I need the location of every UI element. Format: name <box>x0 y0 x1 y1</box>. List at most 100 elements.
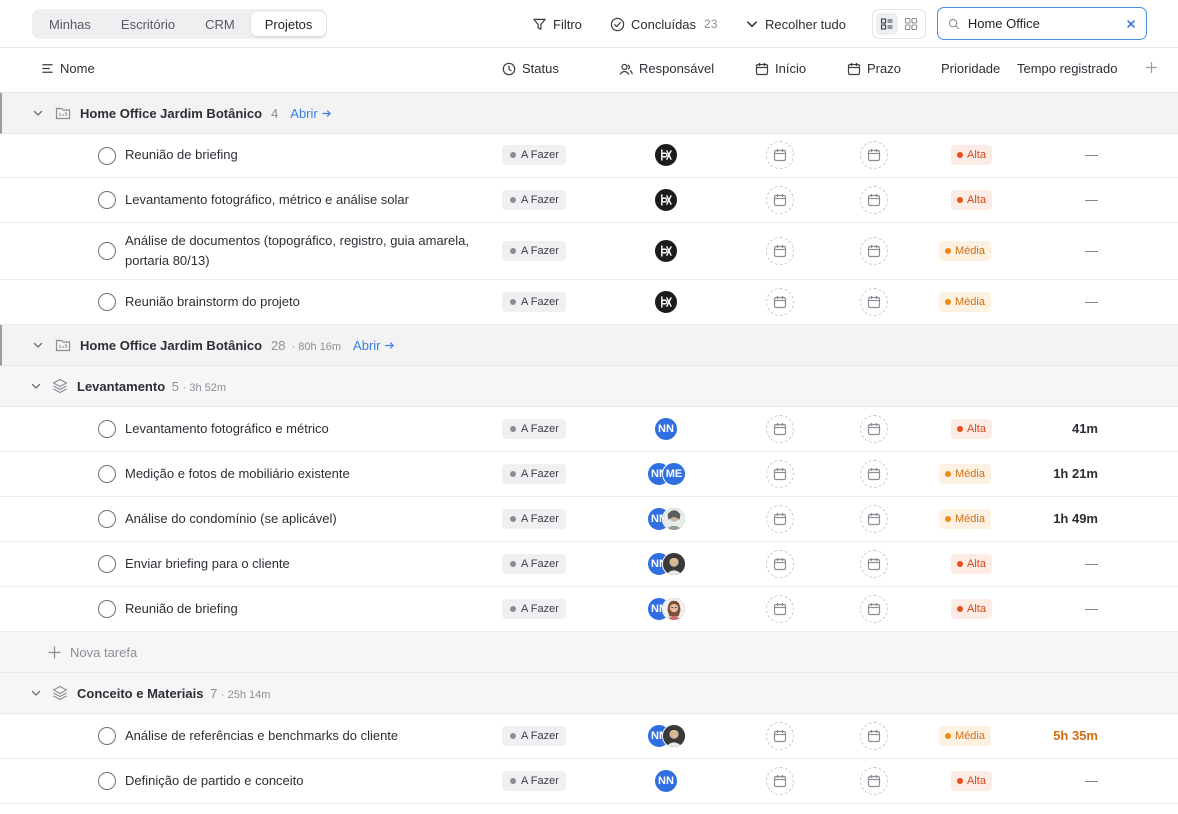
start-date-button[interactable] <box>766 237 794 265</box>
column-due[interactable]: Prazo <box>847 61 901 76</box>
start-date-button[interactable] <box>766 550 794 578</box>
task-name[interactable]: Enviar briefing para o cliente <box>125 554 470 574</box>
section-header[interactable]: Levantamento 5 · 3h 52m <box>0 366 1178 407</box>
task-name[interactable]: Reunião de briefing <box>125 599 470 619</box>
status-badge[interactable]: A Fazer <box>502 292 566 312</box>
add-column-button[interactable] <box>1145 61 1158 74</box>
task-checkbox[interactable] <box>98 420 116 438</box>
status-badge[interactable]: A Fazer <box>502 464 566 484</box>
status-badge[interactable]: A Fazer <box>502 599 566 619</box>
task-checkbox[interactable] <box>98 600 116 618</box>
table-row[interactable]: Reunião brainstorm do projeto A Fazer Mé… <box>0 280 1178 325</box>
collapse-all-button[interactable]: Recolher tudo <box>745 14 846 34</box>
assignee-cell[interactable]: NN <box>647 723 707 749</box>
task-checkbox[interactable] <box>98 242 116 260</box>
start-date-button[interactable] <box>766 505 794 533</box>
assignee-cell[interactable]: NN <box>647 596 707 622</box>
assignee-cell[interactable]: NN <box>647 506 707 532</box>
table-row[interactable]: Reunião de briefing A Fazer Alta — <box>0 134 1178 178</box>
assignee-cell[interactable] <box>647 142 707 168</box>
priority-badge[interactable]: Média <box>939 464 991 484</box>
task-checkbox[interactable] <box>98 147 116 165</box>
task-checkbox[interactable] <box>98 191 116 209</box>
table-row[interactable]: Levantamento fotográfico e métrico A Faz… <box>0 407 1178 452</box>
assignee-cell[interactable]: NN ME <box>647 461 707 487</box>
column-assignee[interactable]: Responsável <box>619 61 714 76</box>
task-checkbox[interactable] <box>98 555 116 573</box>
column-time[interactable]: Tempo registrado <box>1017 61 1117 76</box>
start-date-button[interactable] <box>766 460 794 488</box>
due-date-button[interactable] <box>860 237 888 265</box>
table-row[interactable]: Definição de partido e conceito A Fazer … <box>0 759 1178 804</box>
assignee-cell[interactable]: NN <box>647 551 707 577</box>
task-checkbox[interactable] <box>98 772 116 790</box>
status-badge[interactable]: A Fazer <box>502 509 566 529</box>
table-row[interactable]: Enviar briefing para o cliente A Fazer N… <box>0 542 1178 587</box>
table-row[interactable]: Análise de referências e benchmarks do c… <box>0 714 1178 759</box>
due-date-button[interactable] <box>860 505 888 533</box>
assignee-cell[interactable]: NN <box>647 768 707 794</box>
priority-badge[interactable]: Média <box>939 509 991 529</box>
task-name[interactable]: Medição e fotos de mobiliário existente <box>125 464 470 484</box>
assignee-cell[interactable] <box>647 238 707 264</box>
priority-badge[interactable]: Alta <box>951 771 992 791</box>
task-name[interactable]: Levantamento fotográfico, métrico e anál… <box>125 190 470 210</box>
tab-minhas[interactable]: Minhas <box>35 12 105 36</box>
assignee-cell[interactable] <box>647 289 707 315</box>
table-row[interactable]: Análise de documentos (topográfico, regi… <box>0 223 1178 280</box>
assignee-cell[interactable] <box>647 187 707 213</box>
start-date-button[interactable] <box>766 767 794 795</box>
table-row[interactable]: Análise do condomínio (se aplicável) A F… <box>0 497 1178 542</box>
status-badge[interactable]: A Fazer <box>502 241 566 261</box>
grid-view-button[interactable] <box>900 13 922 35</box>
start-date-button[interactable] <box>766 595 794 623</box>
status-badge[interactable]: A Fazer <box>502 726 566 746</box>
priority-badge[interactable]: Alta <box>951 599 992 619</box>
assignee-cell[interactable]: NN <box>647 416 707 442</box>
search-input[interactable] <box>967 16 1118 31</box>
priority-badge[interactable]: Alta <box>951 190 992 210</box>
status-badge[interactable]: A Fazer <box>502 771 566 791</box>
due-date-button[interactable] <box>860 767 888 795</box>
task-name[interactable]: Análise do condomínio (se aplicável) <box>125 509 470 529</box>
new-task-button[interactable]: Nova tarefa <box>48 645 137 660</box>
column-status[interactable]: Status <box>502 61 559 76</box>
due-date-button[interactable] <box>860 415 888 443</box>
column-name[interactable]: Nome <box>41 61 95 76</box>
status-badge[interactable]: A Fazer <box>502 145 566 165</box>
chevron-down-icon[interactable] <box>30 687 42 699</box>
column-start[interactable]: Início <box>755 61 806 76</box>
task-name[interactable]: Reunião de briefing <box>125 145 470 165</box>
start-date-button[interactable] <box>766 186 794 214</box>
column-priority[interactable]: Prioridade <box>941 61 1000 76</box>
filter-button[interactable]: Filtro <box>532 14 582 34</box>
due-date-button[interactable] <box>860 186 888 214</box>
due-date-button[interactable] <box>860 288 888 316</box>
status-badge[interactable]: A Fazer <box>502 419 566 439</box>
task-name[interactable]: Análise de documentos (topográfico, regi… <box>125 231 470 271</box>
start-date-button[interactable] <box>766 415 794 443</box>
tab-projetos[interactable]: Projetos <box>250 12 327 36</box>
project-group-header[interactable]: Home Office Jardim Botânico 4 Abrir <box>0 93 1178 134</box>
project-group-header[interactable]: Home Office Jardim Botânico 28 · 80h 16m… <box>0 325 1178 366</box>
task-name[interactable]: Análise de referências e benchmarks do c… <box>125 726 470 746</box>
start-date-button[interactable] <box>766 288 794 316</box>
priority-badge[interactable]: Alta <box>951 145 992 165</box>
priority-badge[interactable]: Alta <box>951 419 992 439</box>
tab-crm[interactable]: CRM <box>191 12 249 36</box>
open-project-link[interactable]: Abrir <box>290 106 331 121</box>
priority-badge[interactable]: Média <box>939 292 991 312</box>
task-name[interactable]: Levantamento fotográfico e métrico <box>125 419 470 439</box>
open-project-link[interactable]: Abrir <box>353 338 394 353</box>
task-name[interactable]: Definição de partido e conceito <box>125 771 470 791</box>
task-checkbox[interactable] <box>98 510 116 528</box>
start-date-button[interactable] <box>766 722 794 750</box>
due-date-button[interactable] <box>860 550 888 578</box>
completed-toggle[interactable]: Concluídas 23 <box>610 14 717 34</box>
due-date-button[interactable] <box>860 460 888 488</box>
table-row[interactable]: Reunião de briefing A Fazer NN Alta — <box>0 587 1178 632</box>
task-checkbox[interactable] <box>98 293 116 311</box>
status-badge[interactable]: A Fazer <box>502 190 566 210</box>
due-date-button[interactable] <box>860 141 888 169</box>
priority-badge[interactable]: Média <box>939 241 991 261</box>
